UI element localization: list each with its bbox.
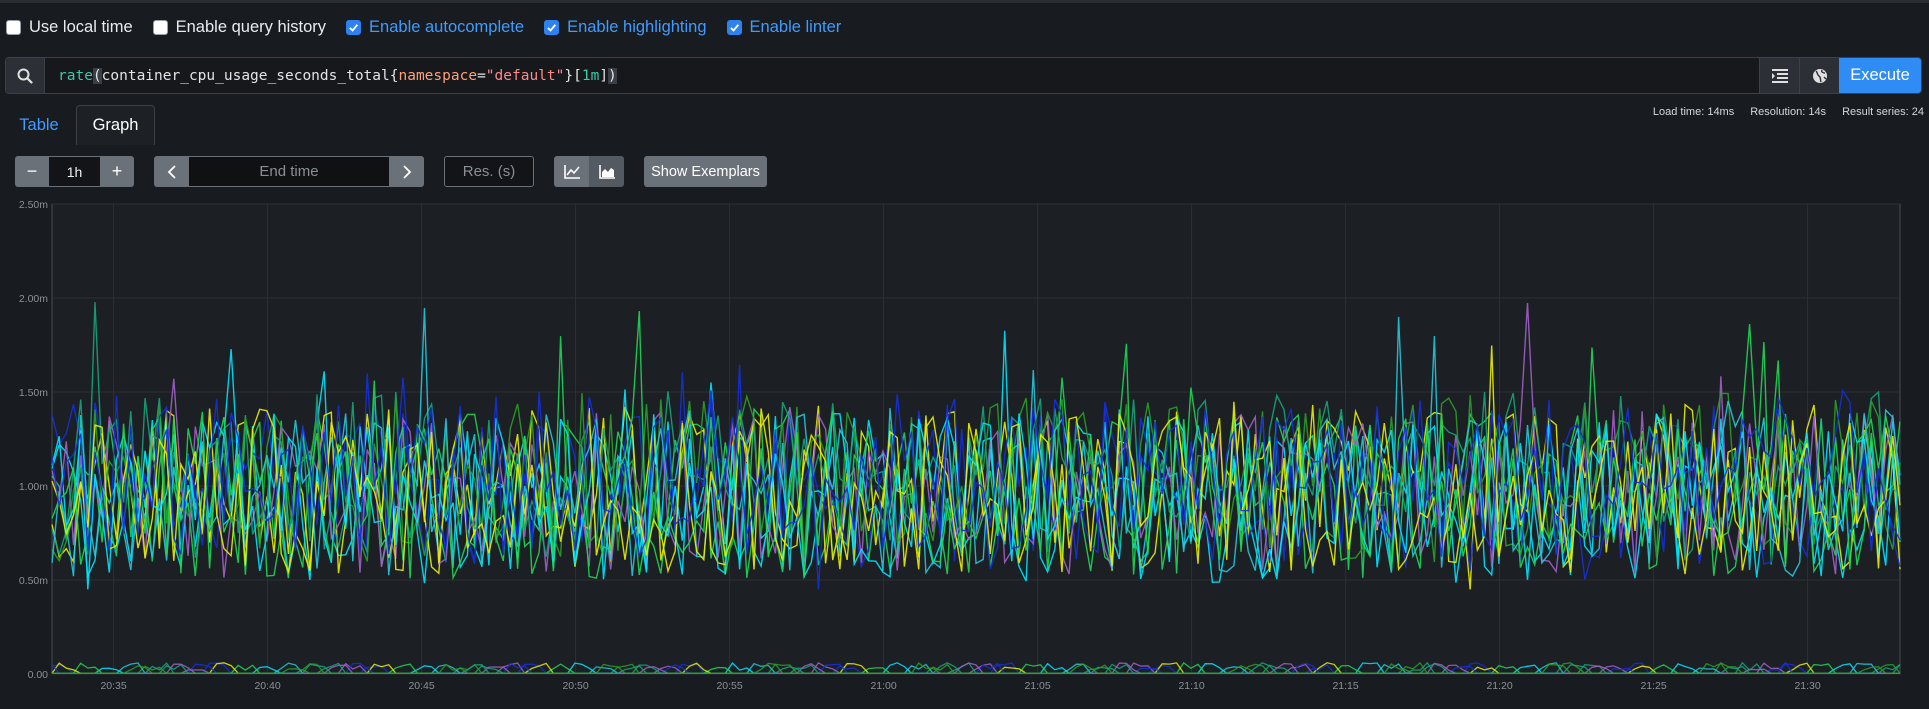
option-label: Enable linter [749, 17, 842, 36]
result-series: Result series: 24 [1842, 106, 1924, 118]
metrics-explorer-button[interactable] [1759, 58, 1799, 93]
query-stats: Load time: 14ms Resolution: 14s Result s… [1637, 106, 1924, 118]
checkbox[interactable] [6, 19, 21, 35]
search-icon [6, 58, 45, 93]
query-duration: 1m [581, 67, 600, 84]
option-enable-query-history[interactable]: Enable query history [152, 17, 327, 37]
globe-icon [1812, 68, 1827, 83]
query-options: Use local time Enable query history Enable… [6, 16, 861, 38]
query-bar: rate(container_cpu_usage_seconds_total{n… [5, 57, 1922, 94]
resolution-input[interactable]: Res. (s) [444, 156, 534, 187]
checkbox[interactable] [544, 19, 560, 35]
chevron-right-icon [402, 164, 411, 179]
range-input[interactable]: 1h [49, 156, 100, 187]
option-label: Enable autocomplete [369, 17, 525, 36]
x-tick-label: 21:05 [1024, 680, 1050, 692]
x-tick-label: 21:20 [1486, 680, 1512, 692]
x-tick-label: 21:00 [870, 680, 896, 692]
top-border [0, 0, 1929, 3]
graph-chart[interactable]: 0.00 0.50m 1.00m 1.50m 2.00m 2.50m 20:35 20:40 2… [0, 196, 1929, 709]
stacked-chart-button[interactable] [589, 156, 624, 187]
tab-graph[interactable]: Graph [76, 105, 155, 145]
tab-table[interactable]: Table [6, 105, 72, 145]
expression-input[interactable]: rate(container_cpu_usage_seconds_total{n… [45, 58, 1759, 93]
range-input-group: − 1h + [15, 156, 134, 187]
option-label: Enable query history [175, 17, 327, 36]
previous-time-button[interactable] [154, 156, 189, 187]
y-tick-label: 0.00 [28, 669, 49, 681]
query-label-value: "default" [485, 67, 565, 84]
x-tick-label: 21:30 [1794, 680, 1820, 692]
query-label-name: namespace [398, 67, 478, 84]
option-enable-highlighting[interactable]: Enable highlighting [544, 17, 707, 37]
x-tick-label: 20:50 [562, 680, 588, 692]
line-chart-icon [563, 164, 580, 179]
query-metric: container_cpu_usage_seconds_total [101, 67, 390, 84]
end-time-group: End time [154, 156, 424, 187]
list-icon [1771, 68, 1788, 83]
increase-range-button[interactable]: + [100, 156, 134, 187]
x-tick-label: 20:40 [254, 680, 280, 692]
x-tick-label: 20:35 [100, 680, 126, 692]
line-chart-button[interactable] [554, 156, 589, 187]
show-exemplars-button[interactable]: Show Exemplars [644, 156, 767, 187]
x-tick-label: 20:55 [716, 680, 742, 692]
x-tick-label: 21:15 [1332, 680, 1358, 692]
x-tick-label: 21:10 [1178, 680, 1204, 692]
globe-button[interactable] [1799, 58, 1839, 93]
y-tick-label: 2.00m [19, 293, 48, 305]
load-time: Load time: 14ms [1652, 106, 1735, 118]
checkbox[interactable] [726, 19, 742, 35]
end-time-input[interactable]: End time [189, 156, 389, 187]
area-chart-icon [598, 164, 615, 179]
resolution: Resolution: 14s [1750, 106, 1827, 118]
checkbox[interactable] [346, 19, 362, 35]
option-enable-linter[interactable]: Enable linter [726, 17, 842, 37]
chevron-left-icon [167, 164, 176, 179]
y-tick-label: 1.50m [19, 387, 48, 399]
execute-button[interactable]: Execute [1839, 58, 1921, 93]
x-tick-label: 21:25 [1640, 680, 1666, 692]
option-label: Use local time [29, 17, 133, 36]
y-tick-label: 2.50m [19, 199, 48, 211]
checkbox[interactable] [152, 19, 168, 35]
option-enable-autocomplete[interactable]: Enable autocomplete [346, 18, 524, 37]
y-tick-label: 1.00m [19, 481, 48, 493]
chart-type-group [554, 156, 624, 187]
decrease-range-button[interactable]: − [15, 156, 49, 187]
y-tick-label: 0.50m [19, 575, 48, 587]
query-function: rate [58, 67, 93, 84]
x-tick-label: 20:45 [408, 680, 434, 692]
next-time-button[interactable] [389, 156, 424, 187]
option-label: Enable highlighting [567, 17, 707, 36]
option-use-local-time[interactable]: Use local time [6, 18, 133, 37]
